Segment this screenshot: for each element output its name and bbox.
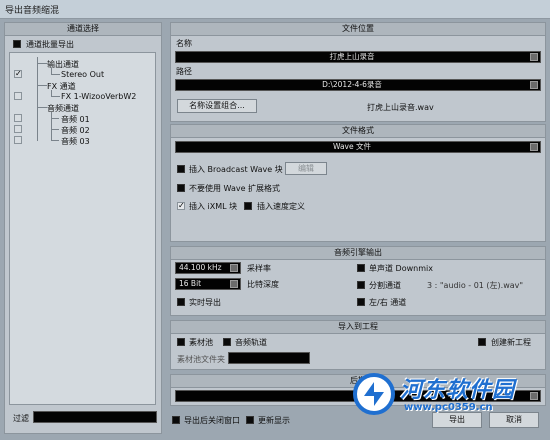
engine-output-panel: 音频引擎输出 44.100 kHz 采样率 16 Bit 比特深度 实时导出 单…: [170, 246, 546, 316]
chevron-down-icon[interactable]: [230, 264, 238, 272]
file-format-panel: 文件格式 Wave 文件 插入 Broadcast Wave 块 编辑 不要使用…: [170, 124, 546, 242]
file-location-panel: 文件位置 名称 打虎上山录音 路径 D:\2012-4-6录音 名称设置组合..…: [170, 22, 546, 122]
pool-folder-label: 素材池文件夹: [177, 355, 225, 364]
edit-button[interactable]: 编辑: [285, 162, 327, 175]
audio-02-checkbox[interactable]: [14, 125, 22, 133]
watermark-url: www.pc0359.cn: [404, 402, 493, 413]
mono-downmix-checkbox[interactable]: [357, 264, 365, 272]
name-label: 名称: [176, 39, 192, 48]
split-channels-checkbox[interactable]: [357, 281, 365, 289]
audio-01-checkbox[interactable]: [14, 114, 22, 122]
close-after-export-checkbox[interactable]: [172, 416, 180, 424]
split-channels-label: 分割通道: [369, 281, 401, 290]
name-value: 打虎上山录音: [329, 52, 375, 61]
watermark-site-name: 河东软件园: [400, 378, 516, 403]
ixml-label: 插入 iXML 块: [189, 202, 238, 211]
pool-checkbox[interactable]: [177, 338, 185, 346]
engine-output-header: 音频引擎输出: [171, 247, 545, 260]
batch-export-checkbox[interactable]: [13, 40, 21, 48]
pool-label: 素材池: [189, 338, 213, 347]
channel-select-panel: 通道选择 通道批量导出 输出通道 ✓ Stereo Out FX 通道 FX 1…: [4, 22, 162, 434]
format-select[interactable]: Wave 文件: [175, 141, 541, 153]
import-project-panel: 导入到工程 素材池 音频轨道 创建新工程 素材池文件夹: [170, 320, 546, 370]
broadcast-wave-checkbox[interactable]: [177, 165, 185, 173]
audio-03-checkbox[interactable]: [14, 136, 22, 144]
chevron-down-icon[interactable]: [530, 143, 538, 151]
close-after-export-label: 导出后关闭窗口: [184, 416, 240, 425]
tree-line: [37, 63, 47, 64]
tempo-label: 插入速度定义: [257, 202, 305, 211]
broadcast-wave-label: 插入 Broadcast Wave 块: [189, 165, 283, 174]
file-format-header: 文件格式: [171, 125, 545, 138]
realtime-export-label: 实时导出: [189, 298, 221, 307]
chevron-down-icon[interactable]: [230, 280, 238, 288]
bit-depth-select[interactable]: 16 Bit: [175, 278, 241, 290]
create-project-label: 创建新工程: [491, 338, 531, 347]
no-wave-ext-checkbox[interactable]: [177, 184, 185, 192]
chevron-down-icon[interactable]: [530, 53, 538, 61]
bit-depth-label: 比特深度: [247, 280, 279, 289]
mono-downmix-label: 单声道 Downmix: [369, 264, 433, 273]
tree-line: [51, 112, 60, 140]
site-watermark: 河东软件园 www.pc0359.cn: [352, 366, 548, 424]
path-field[interactable]: D:\2012-4-6录音: [175, 79, 541, 91]
tree-line: [37, 57, 38, 141]
name-field[interactable]: 打虎上山录音: [175, 51, 541, 63]
tree-item-audio-02[interactable]: 音频 02: [61, 125, 90, 136]
lr-channels-label: 左/右 通道: [369, 298, 407, 307]
fx-item-checkbox[interactable]: [14, 92, 22, 100]
sample-rate-select[interactable]: 44.100 kHz: [175, 262, 241, 274]
lr-channels-checkbox[interactable]: [357, 298, 365, 306]
site-logo-icon: [353, 373, 395, 415]
tree-item-audio-03[interactable]: 音频 03: [61, 136, 90, 147]
title-bar: 导出音频缩混: [0, 0, 550, 19]
sample-rate-value: 44.100 kHz: [179, 263, 222, 272]
window-title: 导出音频缩混: [5, 6, 60, 16]
tree-line: [51, 129, 59, 130]
ixml-checkbox[interactable]: ✓: [177, 202, 185, 210]
tree-group-fx[interactable]: FX 通道: [47, 81, 76, 92]
update-display-label: 更新显示: [258, 416, 290, 425]
filter-label: 过滤: [13, 414, 29, 423]
filter-input[interactable]: [33, 411, 157, 423]
pool-folder-input[interactable]: [228, 352, 310, 364]
tree-line: [51, 140, 59, 141]
format-value: Wave 文件: [333, 142, 371, 151]
tree-line: [37, 85, 47, 86]
preview-filename: 打虎上山录音.wav: [367, 103, 434, 112]
tree-item-audio-01[interactable]: 音频 01: [61, 114, 90, 125]
stereo-out-checkbox[interactable]: ✓: [14, 70, 22, 78]
audio-track-label: 音频轨道: [235, 338, 267, 347]
audio-track-checkbox[interactable]: [223, 338, 231, 346]
path-value: D:\2012-4-6录音: [322, 80, 382, 89]
path-label: 路径: [176, 67, 192, 76]
tree-group-audio[interactable]: 音频通道: [47, 103, 79, 114]
tree-group-output[interactable]: 输出通道: [47, 59, 79, 70]
sample-rate-label: 采样率: [247, 264, 271, 273]
file-location-header: 文件位置: [171, 23, 545, 36]
tree-item-fx[interactable]: FX 1-WizooVerbW2: [61, 92, 136, 101]
split-hint: 3 : "audio - 01 (左).wav": [427, 281, 524, 290]
tree-line: [37, 107, 47, 108]
bit-depth-value: 16 Bit: [179, 279, 202, 288]
import-project-header: 导入到工程: [171, 321, 545, 334]
channel-panel-header: 通道选择: [5, 23, 161, 36]
batch-export-label: 通道批量导出: [26, 40, 74, 49]
update-display-checkbox[interactable]: [246, 416, 254, 424]
create-project-checkbox[interactable]: [478, 338, 486, 346]
tempo-checkbox[interactable]: [244, 202, 252, 210]
tree-line: [51, 118, 59, 119]
chevron-down-icon[interactable]: [530, 81, 538, 89]
no-wave-ext-label: 不要使用 Wave 扩展格式: [189, 184, 281, 193]
tree-item-stereo-out[interactable]: Stereo Out: [61, 70, 104, 79]
name-settings-button[interactable]: 名称设置组合...: [177, 99, 257, 113]
channel-tree[interactable]: 输出通道 ✓ Stereo Out FX 通道 FX 1-WizooVerbW2…: [9, 52, 156, 405]
realtime-export-checkbox[interactable]: [177, 298, 185, 306]
